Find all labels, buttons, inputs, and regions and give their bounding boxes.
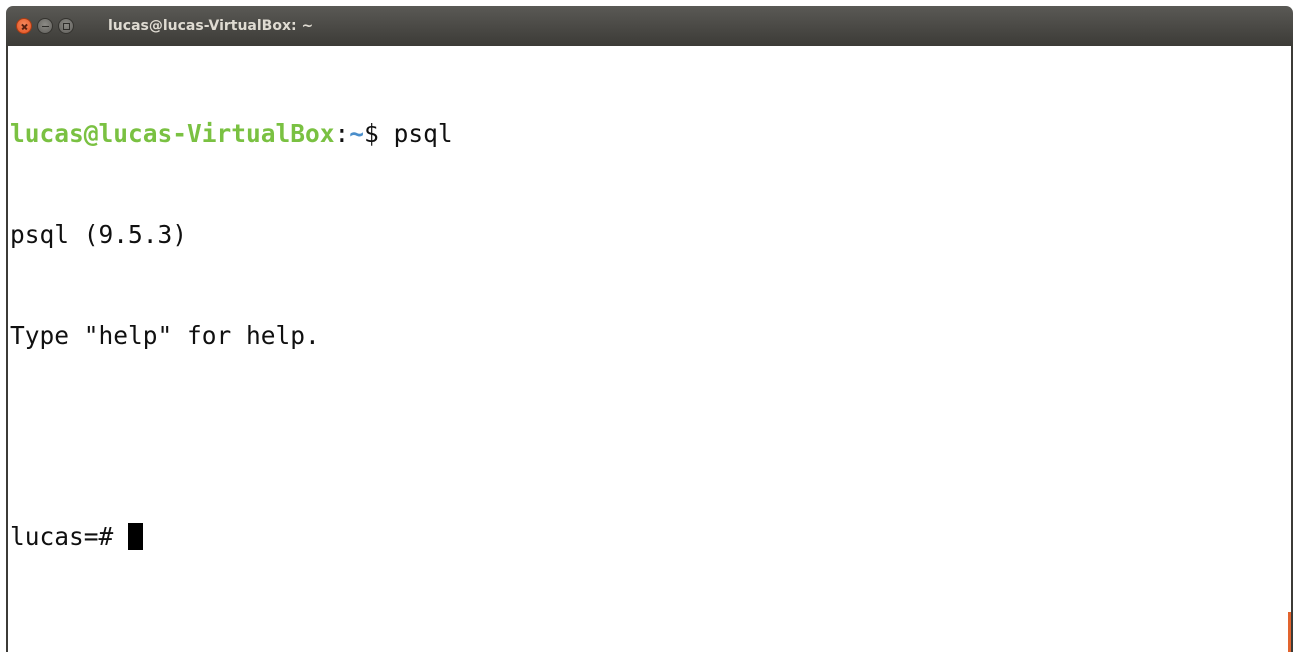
output-line-help: Type "help" for help. [10, 320, 320, 350]
terminal-output: lucas@lucas-VirtualBox:~$ psql psql (9.5… [10, 50, 453, 621]
close-icon[interactable] [16, 18, 32, 34]
output-line-version: psql (9.5.3) [10, 219, 188, 249]
text-cursor [128, 523, 144, 551]
window-title: lucas@lucas-VirtualBox: ~ [108, 18, 314, 34]
prompt-colon: : [334, 119, 350, 149]
terminal-window: lucas@lucas-VirtualBox: ~ lucas@lucas-Vi… [0, 0, 1298, 652]
prompt-user-host: lucas@lucas-VirtualBox [10, 119, 335, 149]
prompt-path: ~ [349, 119, 365, 149]
psql-prompt-line[interactable]: lucas=# [10, 520, 453, 554]
terminal-area[interactable]: lucas@lucas-VirtualBox:~$ psql psql (9.5… [6, 46, 1293, 652]
maximize-icon[interactable] [58, 18, 74, 34]
prompt-dollar: $ [364, 119, 394, 149]
minimize-icon[interactable] [37, 18, 53, 34]
psql-prompt: lucas=# [10, 522, 129, 552]
resize-edge [1288, 612, 1291, 652]
title-bar[interactable]: lucas@lucas-VirtualBox: ~ [6, 6, 1293, 46]
command-text: psql [393, 119, 453, 149]
command-line: lucas@lucas-VirtualBox:~$ psql [10, 117, 453, 151]
